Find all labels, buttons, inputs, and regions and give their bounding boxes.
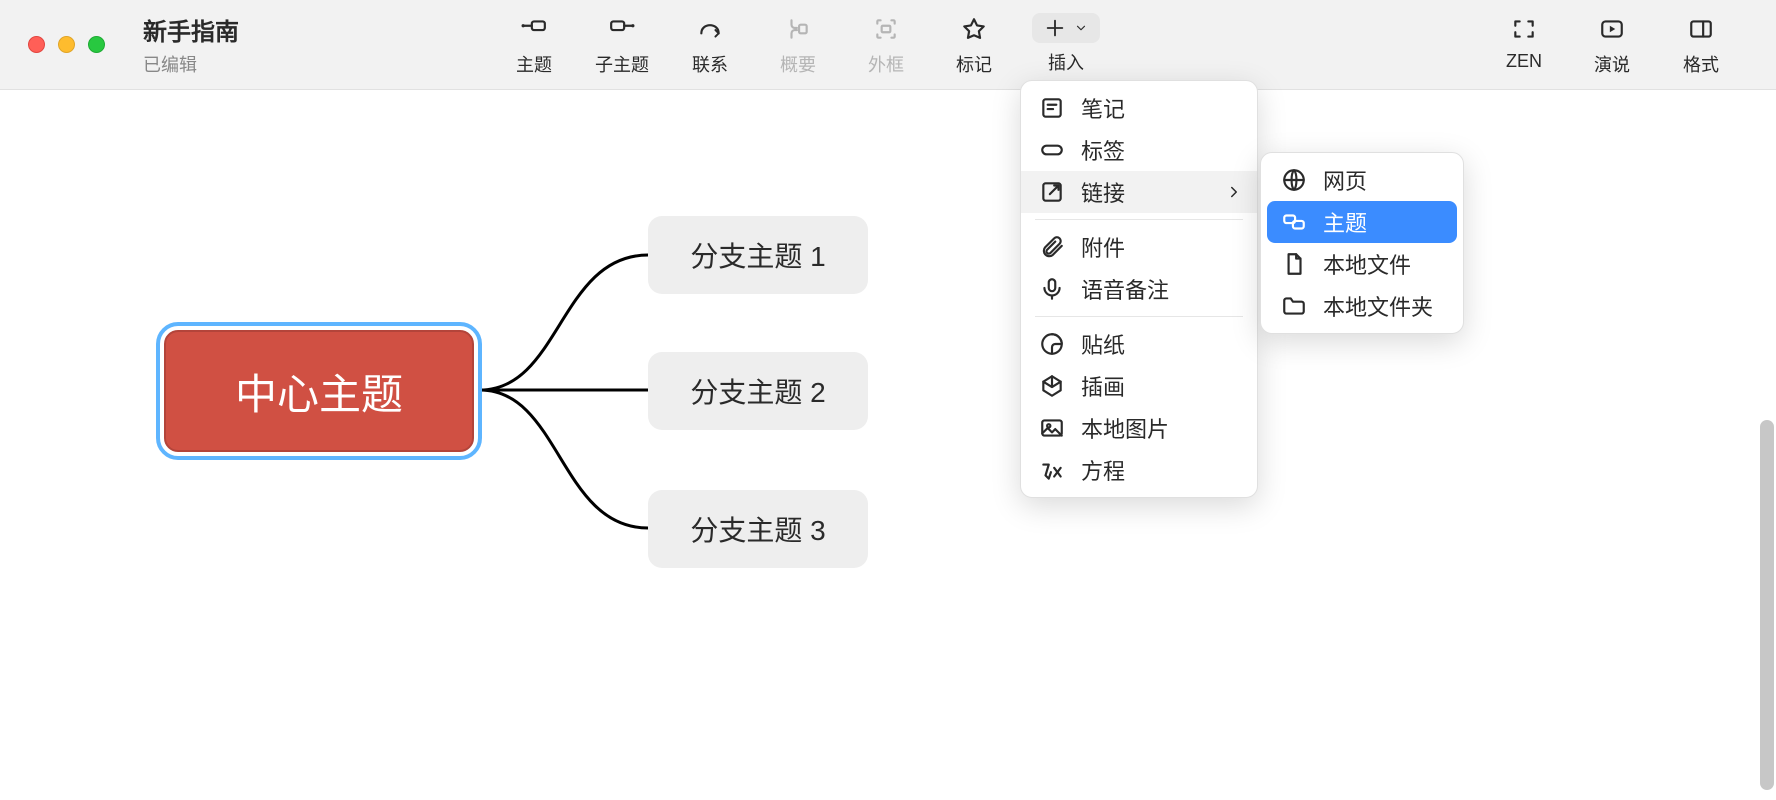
link-local-file-label: 本地文件: [1323, 248, 1411, 280]
link-topic-label: 主题: [1323, 206, 1367, 238]
titlebar: 新手指南 已编辑 主题 子主题 联系 概要: [0, 0, 1776, 90]
insert-audio-label: 语音备注: [1081, 273, 1169, 305]
chevron-down-icon: [1074, 21, 1088, 35]
relationship-button[interactable]: 联系: [666, 13, 754, 77]
link-icon: [1039, 179, 1065, 205]
link-topic-item[interactable]: 主题: [1267, 201, 1457, 243]
insert-illustration-label: 插画: [1081, 370, 1125, 402]
attachment-icon: [1039, 234, 1065, 260]
insert-note-label: 笔记: [1081, 92, 1125, 124]
document-title: 新手指南: [143, 12, 239, 47]
topic-link-icon: [1281, 209, 1307, 235]
insert-sticker-item[interactable]: 贴纸: [1021, 323, 1257, 365]
folder-icon: [1281, 293, 1307, 319]
zen-button[interactable]: ZEN: [1480, 13, 1568, 77]
insert-equation-label: 方程: [1081, 454, 1125, 486]
insert-icon-wrap: [1032, 13, 1100, 43]
marker-icon: [958, 13, 990, 45]
insert-equation-item[interactable]: 方程: [1021, 449, 1257, 491]
marker-label: 标记: [956, 51, 992, 77]
insert-dropdown: 笔记 标签 链接 附件 语音备注 贴纸 插画 本地图片 方程: [1020, 80, 1258, 498]
subtopic-icon: [606, 13, 638, 45]
boundary-button: 外框: [842, 13, 930, 77]
insert-attachment-item[interactable]: 附件: [1021, 226, 1257, 268]
pitch-icon: [1596, 13, 1628, 45]
insert-illustration-item[interactable]: 插画: [1021, 365, 1257, 407]
insert-link-label: 链接: [1081, 176, 1125, 208]
link-web-label: 网页: [1323, 164, 1367, 196]
boundary-label: 外框: [868, 51, 904, 77]
link-local-folder-label: 本地文件夹: [1323, 290, 1433, 322]
link-submenu: 网页 主题 本地文件 本地文件夹: [1260, 152, 1464, 334]
file-icon: [1281, 251, 1307, 277]
subtopic-button[interactable]: 子主题: [578, 13, 666, 77]
sticker-icon: [1039, 331, 1065, 357]
topic-button[interactable]: 主题: [490, 13, 578, 77]
chevron-right-icon: [1225, 183, 1243, 201]
branch-topic-3[interactable]: 分支主题 3: [648, 490, 868, 568]
insert-link-item[interactable]: 链接: [1021, 171, 1257, 213]
insert-label-label: 标签: [1081, 134, 1125, 166]
vertical-scrollbar[interactable]: [1758, 90, 1776, 800]
dropdown-separator: [1035, 316, 1243, 317]
globe-icon: [1281, 167, 1307, 193]
vertical-scrollbar-thumb[interactable]: [1760, 420, 1774, 790]
insert-audio-item[interactable]: 语音备注: [1021, 268, 1257, 310]
document-title-block: 新手指南 已编辑: [143, 12, 239, 77]
branch-topic-1[interactable]: 分支主题 1: [648, 216, 868, 294]
plus-icon: [1044, 17, 1066, 39]
summary-button: 概要: [754, 13, 842, 77]
window-close-button[interactable]: [28, 36, 45, 53]
topic-icon: [518, 13, 550, 45]
link-local-folder-item[interactable]: 本地文件夹: [1267, 285, 1457, 327]
relationship-label: 联系: [692, 51, 728, 77]
insert-label-item[interactable]: 标签: [1021, 129, 1257, 171]
subtopic-label: 子主题: [595, 51, 649, 77]
format-label: 格式: [1683, 51, 1719, 77]
pitch-button[interactable]: 演说: [1568, 13, 1656, 77]
pitch-label: 演说: [1594, 51, 1630, 77]
link-local-file-item[interactable]: 本地文件: [1267, 243, 1457, 285]
summary-label: 概要: [780, 51, 816, 77]
zen-label: ZEN: [1506, 51, 1542, 72]
link-web-item[interactable]: 网页: [1267, 159, 1457, 201]
boundary-icon: [870, 13, 902, 45]
summary-icon: [782, 13, 814, 45]
zen-icon: [1508, 13, 1540, 45]
marker-button[interactable]: 标记: [930, 13, 1018, 77]
topic-label: 主题: [516, 51, 552, 77]
insert-attachment-label: 附件: [1081, 231, 1125, 263]
mindmap-canvas[interactable]: 中心主题 分支主题 1 分支主题 2 分支主题 3: [0, 90, 1776, 800]
note-icon: [1039, 95, 1065, 121]
toolbar-main: 主题 子主题 联系 概要 外框: [490, 13, 1114, 77]
toolbar-right: ZEN 演说 格式: [1480, 13, 1746, 77]
relationship-icon: [694, 13, 726, 45]
window-minimize-button[interactable]: [58, 36, 75, 53]
branch-topic-2[interactable]: 分支主题 2: [648, 352, 868, 430]
insert-local-image-label: 本地图片: [1081, 412, 1169, 444]
window-traffic-lights: [28, 36, 105, 53]
document-edit-status: 已编辑: [143, 51, 239, 77]
image-icon: [1039, 415, 1065, 441]
format-button[interactable]: 格式: [1656, 13, 1746, 77]
window-zoom-button[interactable]: [88, 36, 105, 53]
insert-local-image-item[interactable]: 本地图片: [1021, 407, 1257, 449]
central-topic-node[interactable]: 中心主题: [164, 330, 474, 452]
dropdown-separator: [1035, 219, 1243, 220]
microphone-icon: [1039, 276, 1065, 302]
insert-button[interactable]: 插入: [1018, 13, 1114, 75]
insert-note-item[interactable]: 笔记: [1021, 87, 1257, 129]
format-icon: [1685, 13, 1717, 45]
illustration-icon: [1039, 373, 1065, 399]
label-icon: [1039, 137, 1065, 163]
insert-sticker-label: 贴纸: [1081, 328, 1125, 360]
insert-label: 插入: [1048, 49, 1084, 75]
equation-icon: [1039, 457, 1065, 483]
